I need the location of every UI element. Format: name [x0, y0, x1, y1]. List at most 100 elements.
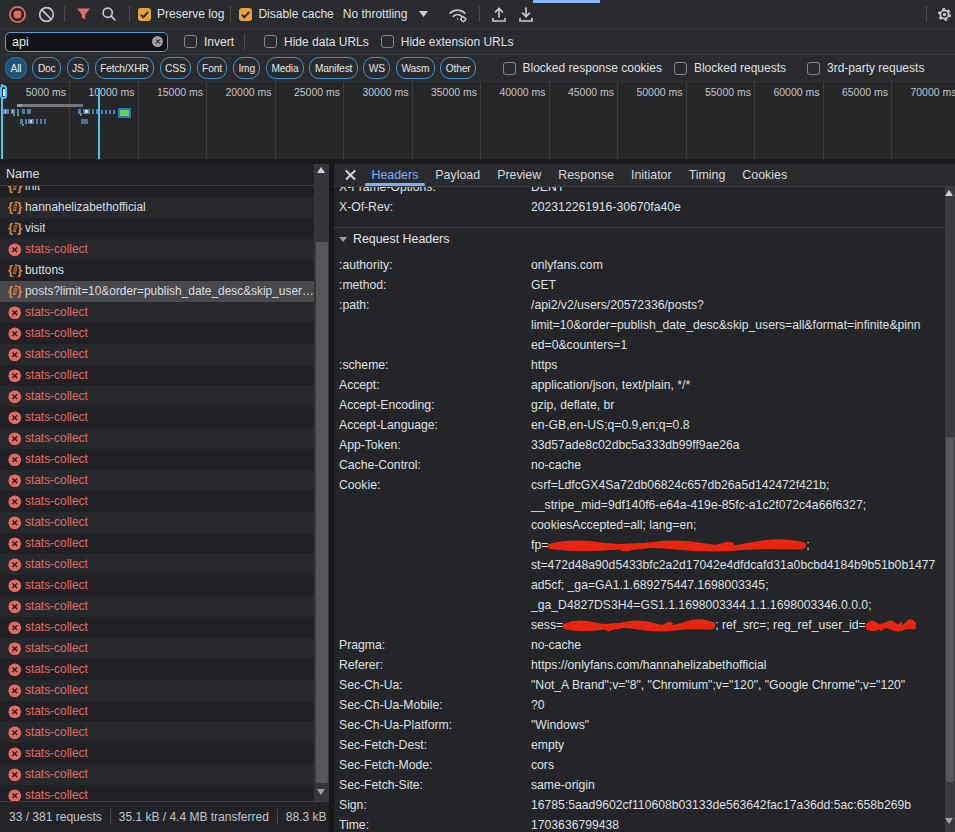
- request-row[interactable]: {ⅈ} posts?limit=10&order=publish_date_de…: [0, 281, 314, 302]
- scroll-down-icon[interactable]: [945, 818, 953, 824]
- request-row[interactable]: {ⅈ} stats-collect: [0, 722, 314, 743]
- header-value: csrf=LdfcGX4Sa72db06824c657db26a5d142472…: [531, 478, 830, 492]
- invert-label[interactable]: Invert: [204, 35, 234, 49]
- scroll-up-icon[interactable]: [945, 190, 953, 196]
- request-row[interactable]: {ⅈ} stats-collect: [0, 302, 314, 323]
- request-row[interactable]: {ⅈ} stats-collect: [0, 596, 314, 617]
- filter-option-checkbox[interactable]: [674, 62, 687, 75]
- request-row[interactable]: {ⅈ} stats-collect: [0, 533, 314, 554]
- settings-gear-icon[interactable]: [933, 6, 955, 23]
- preserve-log-checkbox[interactable]: [138, 8, 151, 21]
- request-row[interactable]: {ⅈ} stats-collect: [0, 659, 314, 680]
- request-type-chip[interactable]: CSS: [160, 57, 192, 79]
- request-filter-checkboxes: Blocked response cookies Blocked request…: [503, 61, 937, 75]
- request-row[interactable]: {ⅈ} stats-collect: [0, 428, 314, 449]
- hide-data-urls-label[interactable]: Hide data URLs: [284, 35, 369, 49]
- statusbar-divider: [110, 809, 111, 824]
- hide-data-urls-checkbox[interactable]: [264, 35, 277, 48]
- import-har-icon[interactable]: [486, 6, 512, 23]
- details-tab[interactable]: Response: [550, 164, 623, 186]
- hide-extension-urls-label[interactable]: Hide extension URLs: [401, 35, 514, 49]
- request-row[interactable]: {ⅈ} stats-collect: [0, 575, 314, 596]
- header-value: __stripe_mid=9df140f6-e64a-419e-85fc-a1c…: [531, 498, 866, 512]
- disable-cache-checkbox[interactable]: [239, 8, 252, 21]
- filter-option-checkbox[interactable]: [807, 62, 820, 75]
- request-type-chip[interactable]: JS: [67, 57, 90, 79]
- clear-network-log-icon[interactable]: [34, 6, 58, 23]
- overview-drag-handle[interactable]: [0, 85, 7, 99]
- details-scrollbar-thumb[interactable]: [946, 437, 954, 782]
- details-tab[interactable]: Preview: [489, 164, 550, 186]
- request-row[interactable]: {ⅈ} stats-collect: [0, 554, 314, 575]
- hide-extension-urls-checkbox[interactable]: [381, 35, 394, 48]
- header-value: ad5cf; _ga=GA1.1.689275447.1698003345;: [531, 578, 769, 592]
- filter-icon[interactable]: [71, 7, 95, 21]
- request-name: hannahelizabethofficial: [25, 200, 146, 214]
- filter-option-label[interactable]: Blocked response cookies: [523, 61, 662, 75]
- request-list-scrollbar-thumb[interactable]: [316, 242, 328, 783]
- request-type-chip[interactable]: Img: [233, 57, 261, 79]
- request-row[interactable]: {ⅈ} stats-collect: [0, 449, 314, 470]
- headers-detail-pane[interactable]: X-Frame-Options:DENYX-Of-Rev:20231226191…: [334, 187, 945, 832]
- close-icon[interactable]: [344, 169, 356, 181]
- request-row[interactable]: {ⅈ} stats-collect: [0, 680, 314, 701]
- header-line: Sec-Fetch-Dest:empty: [334, 735, 945, 755]
- request-row[interactable]: {ⅈ} stats-collect: [0, 764, 314, 785]
- request-row[interactable]: {ⅈ} hannahelizabethofficial: [0, 197, 314, 218]
- request-type-chip[interactable]: WS: [363, 57, 390, 79]
- request-row[interactable]: {ⅈ} stats-collect: [0, 491, 314, 512]
- request-row[interactable]: {ⅈ} stats-collect: [0, 365, 314, 386]
- network-conditions-icon[interactable]: [443, 6, 473, 23]
- request-type-chip[interactable]: Doc: [32, 57, 61, 79]
- header-value: gzip, deflate, br: [531, 398, 614, 412]
- details-tab[interactable]: Headers: [363, 164, 427, 186]
- filter-input[interactable]: [12, 35, 152, 49]
- request-type-chip[interactable]: Font: [197, 57, 228, 79]
- scroll-up-icon[interactable]: [317, 167, 325, 173]
- filter-option-checkbox[interactable]: [503, 62, 516, 75]
- section-header[interactable]: Request Headers: [334, 229, 945, 249]
- header-name: Sec-Fetch-Site:: [339, 778, 423, 792]
- preserve-log-label[interactable]: Preserve log: [157, 7, 224, 21]
- throttling-select[interactable]: No throttling: [343, 7, 408, 21]
- request-row[interactable]: {ⅈ} stats-collect: [0, 407, 314, 428]
- request-row[interactable]: {ⅈ} buttons: [0, 260, 314, 281]
- scroll-down-icon[interactable]: [317, 789, 325, 795]
- details-tab[interactable]: Initiator: [623, 164, 681, 186]
- request-row[interactable]: {ⅈ} stats-collect: [0, 323, 314, 344]
- request-type-chip[interactable]: Manifest: [309, 57, 357, 79]
- invert-checkbox[interactable]: [184, 35, 197, 48]
- network-overview-timeline[interactable]: 5000 ms 10000 ms 15000 ms 20000 ms 25000…: [0, 82, 955, 159]
- filter-option-label[interactable]: 3rd-party requests: [827, 61, 924, 75]
- request-row[interactable]: {ⅈ} stats-collect: [0, 344, 314, 365]
- request-row[interactable]: {ⅈ} stats-collect: [0, 701, 314, 722]
- request-row[interactable]: {ⅈ} stats-collect: [0, 617, 314, 638]
- request-type-chip[interactable]: Fetch/XHR: [95, 57, 154, 79]
- request-row[interactable]: {ⅈ} stats-collect: [0, 638, 314, 659]
- request-row[interactable]: {ⅈ} stats-collect: [0, 470, 314, 491]
- export-har-icon[interactable]: [512, 6, 540, 23]
- request-row[interactable]: {ⅈ} stats-collect: [0, 512, 314, 533]
- request-row[interactable]: {ⅈ} stats-collect: [0, 239, 314, 260]
- clear-filter-icon[interactable]: [152, 36, 163, 47]
- request-type-chip[interactable]: Wasm: [396, 57, 435, 79]
- request-type-chip[interactable]: Media: [266, 57, 304, 79]
- request-row[interactable]: {ⅈ} stats-collect: [0, 743, 314, 764]
- request-type-chip[interactable]: Other: [440, 57, 476, 79]
- timeline-tick-label: 20000 ms: [225, 86, 271, 98]
- record-icon[interactable]: [0, 5, 34, 24]
- redaction-scribble: [548, 539, 806, 552]
- request-row[interactable]: {ⅈ} init: [0, 186, 314, 197]
- details-tab[interactable]: Cookies: [734, 164, 796, 186]
- request-row[interactable]: {ⅈ} stats-collect: [0, 386, 314, 407]
- filter-option-label[interactable]: Blocked requests: [694, 61, 786, 75]
- request-row[interactable]: {ⅈ} stats-collect: [0, 785, 314, 801]
- request-row[interactable]: {ⅈ} visit: [0, 218, 314, 239]
- request-type-chip[interactable]: All: [5, 57, 27, 79]
- chevron-down-icon[interactable]: [411, 11, 435, 17]
- details-tab[interactable]: Timing: [680, 164, 734, 186]
- disable-cache-label[interactable]: Disable cache: [258, 7, 333, 21]
- name-column-header[interactable]: Name: [0, 164, 314, 186]
- search-icon[interactable]: [95, 6, 123, 22]
- details-tab[interactable]: Payload: [427, 164, 489, 186]
